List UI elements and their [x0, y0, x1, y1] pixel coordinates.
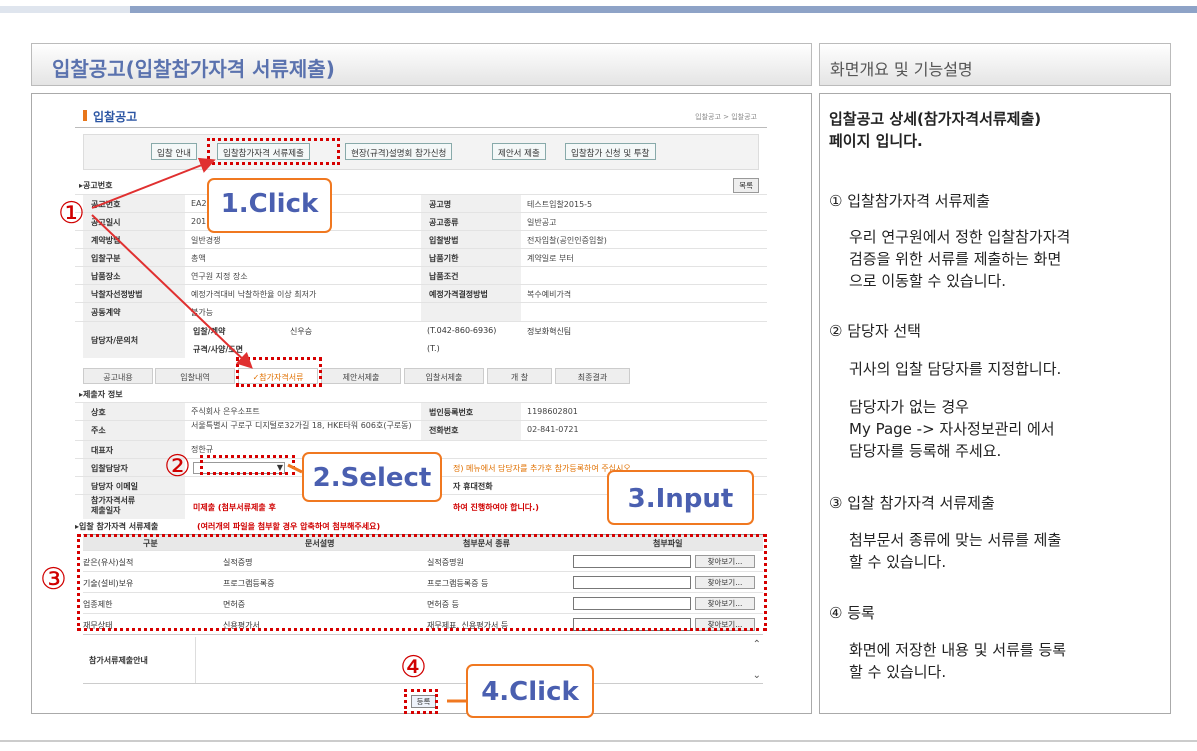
- marker-1: ①: [58, 196, 85, 231]
- arrow-1b: [91, 214, 253, 369]
- section1-title: ① 입찰참가자격 서류제출: [829, 192, 990, 210]
- intro-line-2: 페이지 입니다.: [829, 132, 923, 150]
- section2-line4: 담당자를 등록해 주세요.: [849, 442, 1002, 460]
- section1-line3: 으로 이동할 수 있습니다.: [849, 272, 1007, 290]
- intro-line-1: 입찰공고 상세(참가자격서류제출): [829, 110, 1042, 128]
- marker-3: ③: [40, 562, 67, 597]
- section4-line1: 화면에 저장한 내용 및 서류를 등록: [849, 641, 1067, 659]
- arrow-2: [287, 463, 303, 474]
- marker-4: ④: [400, 650, 427, 685]
- section2-line2: 담당자가 없는 경우: [849, 398, 969, 416]
- section4-title: ④ 등록: [829, 604, 875, 622]
- description-content: 입찰공고 상세(참가자격서류제출) 페이지 입니다. ① 입찰참가자격 서류제출…: [819, 93, 1171, 714]
- callout-4: 4.Click: [466, 664, 594, 718]
- arrow-1a: [91, 157, 216, 209]
- callout-1: 1.Click: [207, 178, 332, 233]
- section3-title: ③ 입찰 참가자격 서류제출: [829, 494, 995, 512]
- section2-title: ② 담당자 선택: [829, 322, 921, 340]
- callout-3: 3.Input: [607, 470, 754, 525]
- section2-line3: My Page -> 자사정보관리 에서: [849, 420, 1055, 438]
- section1-line2: 검증을 위한 서류를 제출하는 화면: [849, 250, 1062, 268]
- section3-line1: 첨부문서 종류에 맞는 서류를 제출: [849, 531, 1062, 549]
- section2-line1: 귀사의 입찰 담당자를 지정합니다.: [849, 360, 1062, 378]
- section4-line2: 할 수 있습니다.: [849, 663, 947, 681]
- callout-2: 2.Select: [302, 452, 442, 502]
- section3-line2: 할 수 있습니다.: [849, 553, 947, 571]
- section1-line1: 우리 연구원에서 정한 입찰참가자격: [849, 228, 1071, 246]
- marker-2: ②: [164, 449, 191, 484]
